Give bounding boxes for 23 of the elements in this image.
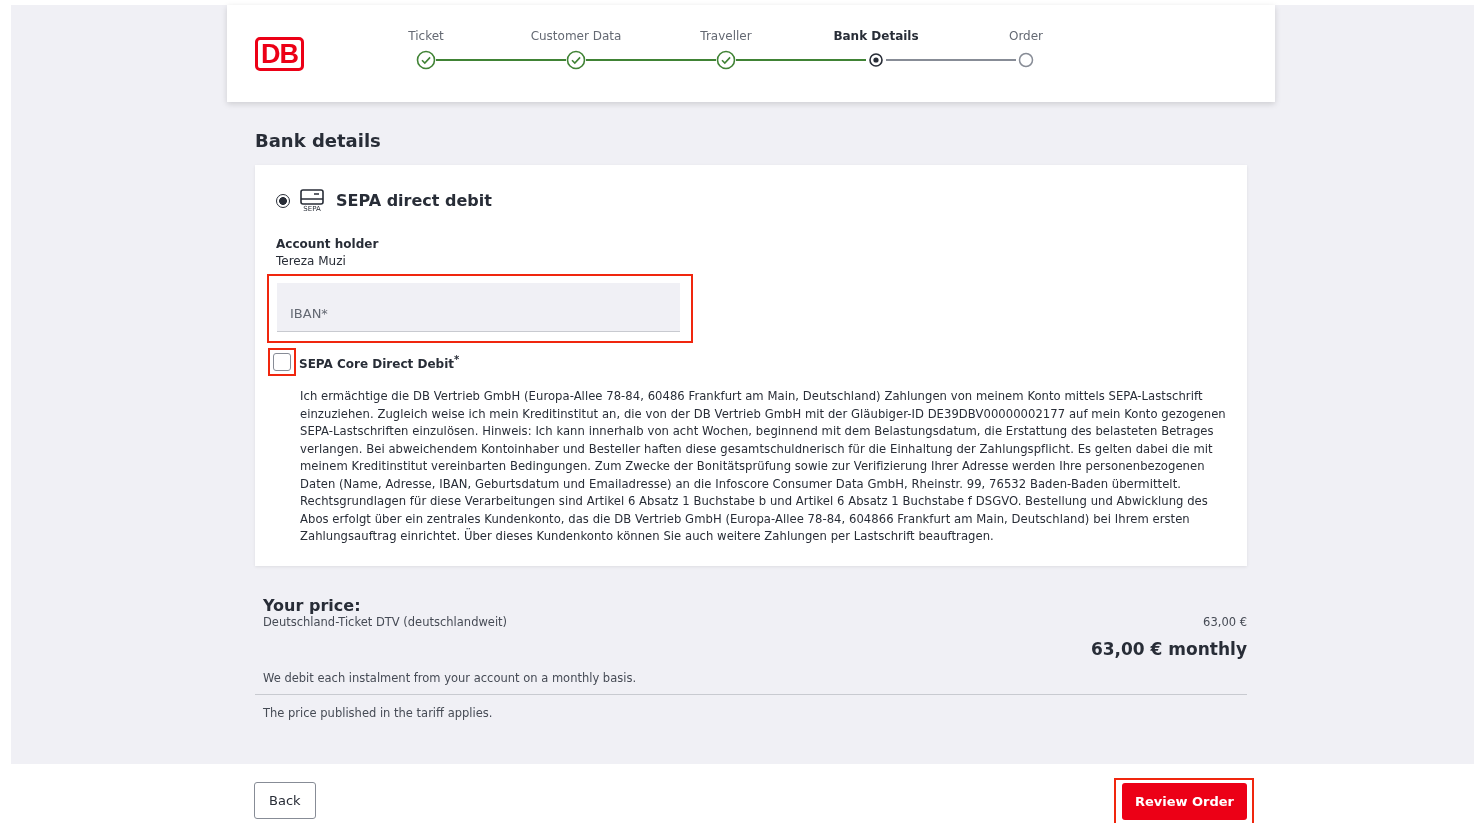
field-label: Account holder [276,237,380,251]
account-holder-name: Tereza Muzi [276,254,347,268]
payment-option-label: SEPA direct debit [336,191,492,210]
checkbox[interactable] [273,353,291,371]
radio-button[interactable] [276,193,290,208]
iban-input-field[interactable]: IBAN* [277,283,680,332]
step-label: Ticket [408,27,444,44]
back-button[interactable]: Back [254,782,316,819]
tariff-note: The price published in the tariff applies. [263,705,494,720]
review-order-button[interactable]: Review Order [1121,783,1247,820]
checkbox-label: SEPA Core Direct Debit$^{*}$ [299,353,460,371]
step-label: Traveller [700,27,752,44]
db-logo[interactable]: DB [255,36,304,71]
mandate-text: Ich ermächtige die DB Vertrieb GmbH (Europa-Allee 78-84, 60486 Frankfurt am Main, Deutschland) Zahlungen von meinem Konto mittels SEPA-Lastschrift einzuziehen. Zugleich weise ich mein Kreditinstitut an, die von der DB Vertrieb GmbH mit der Gläubiger-ID DE39DBV00000002177 auf mein Konto gezogenen SEPA-Lastschriften einzulösen. Hinweis: Ich kann innerhalb von acht Wochen, beginnend mit dem Belastungsdatum, die Erstattung des belasteten Betrages verlangen. Bei abweichendem Kontoinhaber und Besteller haften diese gesamtschuldnerisch für die Einhaltung der Zahlungspflicht. Es gelten dabei die mit meinem Kreditinstitut vereinbarten Bedingungen. Zum Zwecke der Bonitätsprüfung sowie zur Verifizierung Ihrer Adresse werden Ihre personenbezogenen Daten (Name, Adresse, IBAN, Geburtsdatum und Emailadresse) an die Infoscore Consumer Data GmbH, Rheinstr. 99, 76532 Baden-Baden übermittelt. Rechtsgrundlagen für diese Verarbeitungen sind Artikel 6 Absatz 1 Buchstabe b und Artikel 6 Absatz 1 Buchstabe f DSGVO. Bestellung und Abwicklung des Abos erfolgt über ein zentrales Kundenkonto, das die DB Vertrieb GmbH (Europa-Allee 78-84, 604866 Frankfurt am Main, Deutschland) bei Ihrem ersten Zahlungsauftrag einrichtet. Über dieses Kundenkonto können Sie auch weitere Zahlungen per Lastschrift beauftragen. [300,388,1226,545]
debit-note: We debit each instalment from your account on a monthly basis. [263,670,638,685]
step-label: Order [1008,27,1044,44]
section-heading: Bank details [255,129,382,153]
step-label: Bank Details [833,27,919,44]
product-price: 63,00 € [1203,614,1247,629]
step-label: Customer Data [530,27,622,44]
product-name: Deutschland-Ticket DTV (deutschlandweit) [263,614,508,629]
total-price: 63,00 € monthly [1089,638,1247,659]
price-title: Your price: [263,595,362,615]
